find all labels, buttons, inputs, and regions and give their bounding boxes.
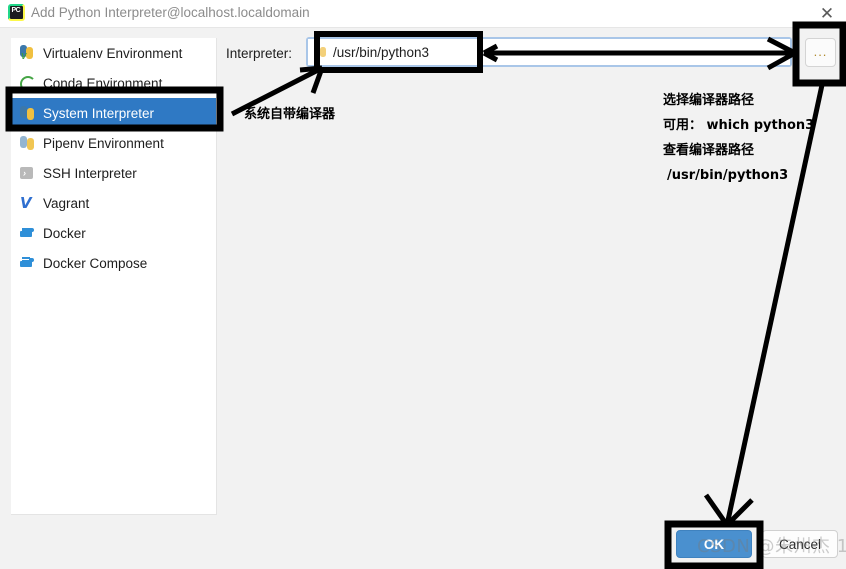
sidebar-item-label: Vagrant [43,195,90,211]
sidebar-item-label: Docker Compose [43,255,148,271]
close-icon[interactable]: ✕ [814,1,840,27]
interpreter-path-value: /usr/bin/python3 [333,45,430,60]
sidebar-item-label: System Interpreter [43,105,155,121]
sidebar-item-vagrant[interactable]: V Vagrant [11,188,216,218]
pipenv-icon [19,135,35,151]
sidebar-item-system-interpreter[interactable]: System Interpreter [11,98,216,128]
sidebar-item-label: SSH Interpreter [43,165,137,181]
annotation-line-3: 查看编译器路径 [663,143,755,158]
sidebar-item-ssh-interpreter[interactable]: › SSH Interpreter [11,158,216,188]
annotation-line-4: /usr/bin/python3 [667,168,789,183]
pycharm-icon: PC [8,4,25,21]
window-title: Add Python Interpreter@localhost.localdo… [31,5,310,20]
ok-button-label: OK [703,537,725,552]
sidebar-item-docker[interactable]: Docker [11,218,216,248]
python-icon [19,105,35,121]
docker-icon [19,225,35,241]
cancel-button[interactable]: Cancel [762,530,838,558]
sidebar-item-label: Pipenv Environment [43,135,164,151]
docker-compose-icon [19,255,35,271]
ellipsis-icon: ... [813,44,828,59]
sidebar-item-virtualenv-environment[interactable]: V Virtualenv Environment [11,38,216,68]
sidebar-item-label: Conda Environment [43,75,163,91]
annotation-line-1: 选择编译器路径 [663,93,755,108]
sidebar-item-pipenv-environment[interactable]: Pipenv Environment [11,128,216,158]
annotation-system-interpreter-note: 系统自带编译器 [244,107,336,122]
python-icon [314,45,328,59]
sidebar-item-docker-compose[interactable]: Docker Compose [11,248,216,278]
interpreter-combobox[interactable]: /usr/bin/python3 [306,37,792,67]
sidebar-item-label: Virtualenv Environment [43,45,183,61]
conda-icon [19,75,36,92]
virtualenv-icon: V [19,45,35,61]
cancel-button-label: Cancel [778,537,822,552]
add-python-interpreter-dialog: PC Add Python Interpreter@localhost.loca… [0,0,846,569]
ok-button[interactable]: OK [676,530,752,558]
interpreter-type-list: V Virtualenv Environment Conda Environme… [11,38,217,515]
sidebar-item-label: Docker [43,225,86,241]
vagrant-icon: V [20,194,32,212]
interpreter-label: Interpreter: [226,46,293,61]
annotation-line-2: 可用： which python3 [663,118,815,133]
title-bar: PC Add Python Interpreter@localhost.loca… [0,0,846,28]
ssh-icon: › [19,165,35,181]
sidebar-item-conda-environment[interactable]: Conda Environment [11,68,216,98]
browse-interpreter-button[interactable]: ... [805,38,836,67]
